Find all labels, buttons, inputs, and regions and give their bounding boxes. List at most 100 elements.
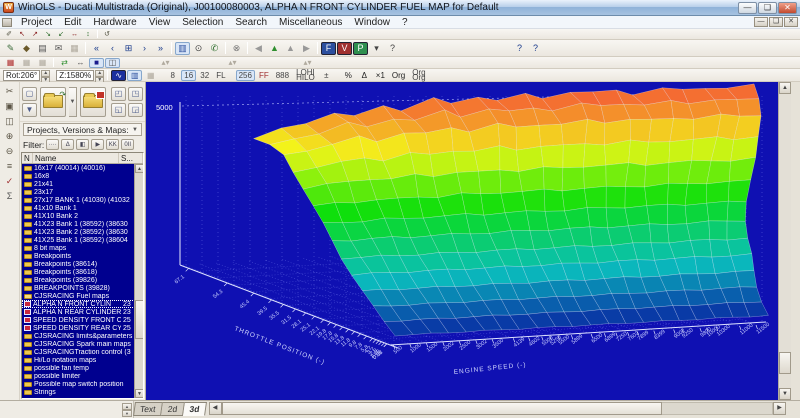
paste-icon[interactable]: ◫ [2, 114, 18, 128]
list-item[interactable]: 16x8 [22, 172, 143, 180]
version-list-icon[interactable]: ≡ [2, 159, 18, 173]
child-close-button[interactable]: ✕ [784, 17, 798, 27]
list-item[interactable]: possible limiter [22, 372, 143, 380]
list-item[interactable]: CJSRACINGTraction control (3 [22, 348, 143, 356]
list-item[interactable]: 41X23 Bank 2 (38592) (38630 [22, 228, 143, 236]
list-item[interactable]: 41x10 Bank 1 [22, 204, 143, 212]
bits-16-button[interactable]: 16 [181, 70, 196, 81]
families-button[interactable]: F [321, 42, 336, 55]
hscroll-right-icon[interactable]: ▶ [773, 402, 786, 415]
list-item[interactable]: Possible map switch position [22, 380, 143, 388]
prev-map-icon[interactable]: ‹ [105, 42, 120, 55]
child-restore-button[interactable]: ❑ [769, 17, 783, 27]
next-map-icon[interactable]: › [137, 42, 152, 55]
rotation-field[interactable]: Rot:206° [3, 70, 40, 81]
rotation-up-icon[interactable]: ▲ [41, 70, 50, 77]
filter-delta-button[interactable]: Δ [61, 139, 74, 150]
pan-horizontal-icon[interactable]: ↔ [68, 30, 81, 39]
filter-kk-button[interactable]: KK [106, 139, 119, 150]
arrange-c-button[interactable]: ◱ [111, 103, 126, 117]
new-project-icon[interactable]: ✎ [3, 42, 18, 55]
close-button[interactable]: ✕ [778, 2, 797, 14]
pan-down-right-icon[interactable]: ↘ [42, 30, 54, 39]
chart-vertical-scrollbar[interactable]: ▲ ▼ [778, 82, 791, 400]
view-3d-button[interactable]: ∿ [111, 70, 126, 81]
map-copy-icon[interactable]: ▦ [35, 58, 50, 68]
map-compare-icon[interactable]: ▦ [19, 58, 34, 68]
list-item[interactable]: 23x17 [22, 188, 143, 196]
fuel-map-3d-surface[interactable]: 5000500100015002002250030023500413946025… [146, 82, 778, 400]
list-item[interactable]: 8 bit maps [22, 244, 143, 252]
list-item[interactable]: SPEED DENSITY FRONT CY25 [22, 316, 143, 324]
print-icon[interactable]: ▤ [35, 42, 50, 55]
list-item[interactable]: ALPHA N FRONT CYLIN23 [22, 300, 143, 308]
list-item[interactable]: SPEED DENSITY REAR CYL25 [22, 324, 143, 332]
column-id[interactable]: N [22, 153, 33, 163]
list-item[interactable]: Strings [22, 388, 143, 396]
maximize-button[interactable]: ❑ [758, 2, 777, 14]
list-item[interactable]: Breakpoints (38618) [22, 268, 143, 276]
preview-zoom-icon[interactable]: ⊙ [191, 42, 206, 55]
sum-icon[interactable]: Σ [2, 189, 18, 203]
view-2d-button[interactable]: ▥ [127, 70, 142, 81]
column-size[interactable]: S... [119, 153, 143, 163]
bits-8-button[interactable]: 8 [165, 70, 180, 81]
decimal-display-button[interactable]: 256 [236, 70, 255, 81]
list-item[interactable]: Breakpoints (38614) [22, 260, 143, 268]
pan-up-left-icon[interactable]: ↖ [16, 30, 28, 39]
bits-float-button[interactable]: FL [213, 70, 228, 81]
open-project-button[interactable]: ↷ [40, 87, 66, 117]
open-project-dropdown[interactable]: ▼ [69, 87, 76, 117]
menu-window[interactable]: Window [348, 17, 396, 28]
sign-toggle-button[interactable]: ± [319, 70, 334, 81]
last-map-icon[interactable]: » [153, 42, 168, 55]
checksum-ok-icon[interactable]: ✓ [2, 174, 18, 188]
percent-display-button[interactable]: % [341, 70, 356, 81]
minimize-button[interactable]: — [738, 2, 757, 14]
slider-icon[interactable]: ◫ [105, 58, 120, 68]
rotation-spinner[interactable]: ▲▼ [41, 70, 50, 81]
scroll-down-icon[interactable]: ▼ [135, 389, 144, 398]
save-button[interactable]: ▼ [22, 103, 37, 117]
spin-disabled-b[interactable]: ▴▾ [225, 58, 240, 68]
help-icon[interactable]: ? [385, 42, 400, 55]
copy-icon[interactable]: ▣ [2, 99, 18, 113]
list-item[interactable]: CJSRACING limits&parameters [22, 332, 143, 340]
pan-down-left-icon[interactable]: ↙ [55, 30, 67, 39]
list-item[interactable]: Breakpoints (39826) [22, 276, 143, 284]
view-table-button[interactable]: ▦ [143, 70, 158, 81]
list-scrollbar[interactable]: ▲ ▼ [134, 164, 143, 398]
column-name[interactable]: Name [33, 153, 119, 163]
zoom-field[interactable]: Z:1580% [56, 70, 94, 81]
spin-disabled-c[interactable]: ▴▾ [300, 58, 315, 68]
tab-3d[interactable]: 3d [183, 402, 207, 416]
map-properties-icon[interactable]: ▦ [3, 58, 18, 68]
list-item[interactable]: Breakpoints [22, 252, 143, 260]
filter-0ii-button[interactable]: 0II [121, 139, 134, 150]
original-compare-button[interactable]: OrgOrg [409, 70, 428, 81]
prev-version-icon[interactable]: ◀ [251, 42, 266, 55]
tab-2d[interactable]: 2d [161, 402, 185, 416]
projects-button[interactable]: P [353, 42, 368, 55]
fvp-dropdown-icon[interactable]: ▾ [369, 42, 384, 55]
list-item[interactable]: 41X25 Bank 1 (38592) (38604 [22, 236, 143, 244]
list-item[interactable]: 41X10 Bank 2 [22, 212, 143, 220]
auto-assign-icon[interactable]: ⊗ [229, 42, 244, 55]
chart-horizontal-scrollbar[interactable]: ◀ ▶ [209, 402, 786, 415]
grid-export-icon[interactable]: ▦ [67, 42, 82, 55]
factor-display-button[interactable]: ×1 [373, 70, 388, 81]
new-version-plus-icon[interactable]: ⊕ [2, 129, 18, 143]
filter-all-button[interactable]: ···· [46, 139, 59, 150]
scale-icon[interactable]: ↔ [73, 58, 88, 68]
map-list-icon[interactable]: ⊞ [121, 42, 136, 55]
delta-display-button[interactable]: Δ [357, 70, 372, 81]
bits-32-button[interactable]: 32 [197, 70, 212, 81]
menu-project[interactable]: Project [15, 17, 58, 28]
chart-scroll-up-icon[interactable]: ▲ [779, 82, 791, 94]
map-color-button[interactable]: ■ [89, 58, 104, 68]
remove-version-icon[interactable]: ⊖ [2, 144, 18, 158]
zoom-up-icon[interactable]: ▲ [95, 70, 104, 77]
open-map-button[interactable] [80, 87, 106, 117]
menu-view[interactable]: View [143, 17, 177, 28]
about-icon[interactable]: ? [512, 42, 527, 55]
